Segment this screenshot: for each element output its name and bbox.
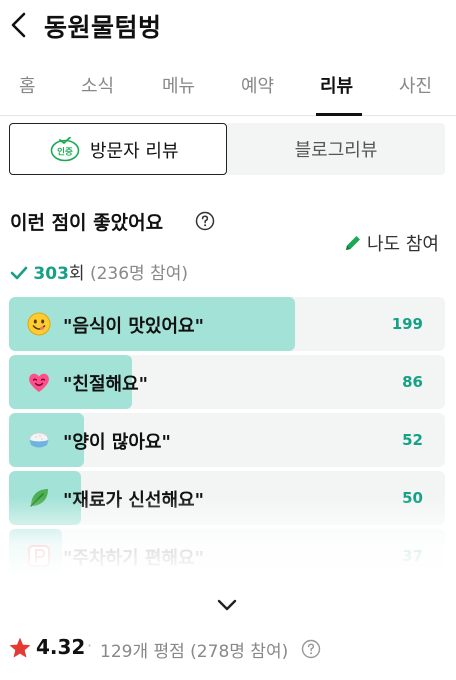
tab-reservation[interactable]: 예약 <box>241 72 274 116</box>
check-icon <box>10 266 28 280</box>
chevron-down-icon[interactable] <box>214 595 240 615</box>
tab-photos[interactable]: 사진 <box>399 72 432 116</box>
tab-news[interactable]: 소식 <box>81 72 114 116</box>
back-arrow-icon[interactable] <box>6 10 32 40</box>
keyword-label: "친절해요" <box>63 374 148 395</box>
keyword-item[interactable]: "주차하기 편해요" 37 <box>9 529 445 575</box>
tab-bar: 홈 소식 메뉴 예약 리뷰 사진 <box>0 58 456 116</box>
keywords-section-title: 이런 점이 좋았어요 <box>10 212 164 234</box>
verified-badge-text: 인증 <box>57 147 73 158</box>
keyword-count: 86 <box>402 373 423 391</box>
count-unit: 회 <box>68 264 85 284</box>
tab-menu[interactable]: 메뉴 <box>162 72 195 116</box>
rating-count-text: 129개 평점 (278명 참여) <box>100 642 289 662</box>
keyword-item[interactable]: "음식이 맛있어요" 199 <box>9 297 445 351</box>
keyword-count: 52 <box>402 431 423 449</box>
smiley-face-icon <box>27 312 51 336</box>
info-icon[interactable] <box>195 211 215 231</box>
join-review-label: 나도 참여 <box>367 234 439 255</box>
verified-badge-icon: 인증 <box>50 137 80 162</box>
blog-review-button[interactable]: 블로그리뷰 <box>227 123 445 175</box>
heart-face-icon <box>29 373 49 392</box>
active-tab-indicator <box>316 113 362 116</box>
star-icon <box>9 637 31 658</box>
tab-reviews[interactable]: 리뷰 <box>320 72 353 116</box>
rating-score: 4.32 <box>36 635 86 659</box>
total-keyword-count: 303 <box>33 264 69 284</box>
header: 동원물텀벙 <box>0 0 456 52</box>
review-type-toggle: 인증 방문자 리뷰 블로그리뷰 <box>9 123 445 175</box>
help-icon[interactable] <box>301 639 321 659</box>
parking-icon <box>28 545 50 567</box>
tab-home[interactable]: 홈 <box>19 72 36 116</box>
keyword-label: "음식이 맛있어요" <box>63 316 204 337</box>
participant-count: (236명 참여) <box>89 264 188 284</box>
leaf-icon <box>30 489 48 507</box>
keyword-count-summary: 303회 (236명 참여) <box>10 259 188 284</box>
keyword-count: 50 <box>402 489 423 507</box>
visitor-review-label: 방문자 리뷰 <box>90 141 179 162</box>
visitor-review-button[interactable]: 인증 방문자 리뷰 <box>9 123 227 175</box>
keyword-label: "주차하기 편해요" <box>63 548 204 569</box>
keyword-count: 199 <box>391 315 423 333</box>
separator-dot: · <box>87 636 93 655</box>
keyword-item[interactable]: "친절해요" 86 <box>9 355 445 409</box>
page-title: 동원물텀벙 <box>44 13 162 42</box>
keyword-item[interactable]: "재료가 신선해요" 50 <box>9 471 445 525</box>
keyword-list: "음식이 맛있어요" 199 "친절해요" 86 "양이 많아요" 52 "재료… <box>9 297 445 575</box>
blog-review-label: 블로그리뷰 <box>294 140 378 161</box>
pencil-icon <box>346 236 360 250</box>
keyword-label: "양이 많아요" <box>63 432 171 453</box>
keyword-count: 37 <box>402 547 423 565</box>
keyword-label: "재료가 신선해요" <box>63 490 204 511</box>
keyword-item[interactable]: "양이 많아요" 52 <box>9 413 445 467</box>
rice-bowl-icon <box>29 432 49 448</box>
